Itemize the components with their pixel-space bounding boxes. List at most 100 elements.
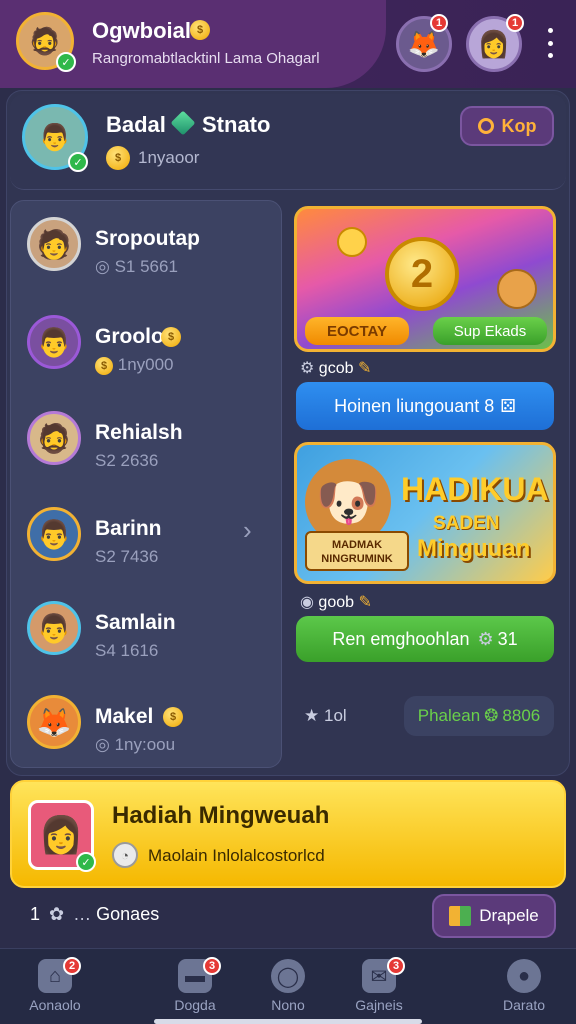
coin-icon: $: [161, 327, 181, 347]
promo-left-button[interactable]: EOCTAY: [305, 317, 409, 345]
friend-name: Groolo: [95, 325, 164, 348]
friend-stat: S4 1616: [95, 641, 159, 660]
ticket-icon: ✎: [358, 594, 372, 611]
person-icon: ●: [507, 959, 541, 993]
promo2-caption: ◉ goob ✎: [300, 594, 372, 611]
search-icon: [477, 118, 494, 134]
profile-coins: 1nyaoor: [138, 148, 200, 167]
gear-icon: ⚙: [477, 628, 494, 649]
friend-list: 🧑 Sropoutap ◎ S1 5661 👨 Groolo $ $ 1ny00…: [10, 200, 282, 768]
promo-caption: ⚙ gcob ✎: [300, 360, 372, 377]
notification-badge: 1: [430, 14, 448, 32]
list-item[interactable]: 👨 Barinn S2 7436 ›: [11, 497, 283, 589]
friend-stat: S2 2636: [95, 451, 159, 470]
coin-icon: $: [95, 356, 113, 375]
nav-item-games[interactable]: ✉ 3 Gajneis: [329, 957, 429, 1013]
nav-label: Nono: [271, 997, 305, 1013]
friend-name: Samlain: [95, 611, 176, 634]
bottom-nav: ⌂ 2 Aonaolo ▬ 3 Dogda ◯ Nono ✉ 3 Gajneis…: [0, 948, 576, 1024]
friend-stat: ◎ S1 5661: [95, 257, 178, 276]
nav-label: Dogda: [174, 997, 216, 1013]
promo-subhead-2: Minguuan: [417, 535, 531, 562]
friend-avatar: 👨: [27, 315, 81, 369]
promo2-action-button[interactable]: Ren emghoohlan ⚙ 31: [296, 616, 554, 662]
chevron-right-icon[interactable]: ›: [243, 515, 252, 546]
home-indicator: [154, 1019, 422, 1024]
promo1-action-button[interactable]: Hoinen liungouant 8 ⚄: [296, 382, 554, 430]
coin-icon: $: [190, 20, 210, 40]
coin-illustration: [337, 227, 367, 257]
timer-icon: ◔: [112, 842, 138, 868]
friend-stat: $ 1ny000: [95, 355, 174, 375]
nav-label: Gajneis: [355, 997, 403, 1013]
settings-icon: ⚙: [300, 360, 315, 377]
footer-count: 1 ✿ … Gonaes: [30, 904, 160, 924]
list-item[interactable]: 🧔 Rehialsh S2 2636: [11, 401, 283, 493]
notification-badge: 1: [506, 14, 524, 32]
list-item[interactable]: 🧑 Sropoutap ◎ S1 5661: [11, 207, 283, 299]
friend-avatar: 🧑: [27, 217, 81, 271]
more-options-icon[interactable]: [544, 28, 556, 58]
friend-name: Barinn: [95, 517, 162, 540]
reward-subtitle: Maolain Inlolalcostorlcd: [148, 846, 325, 865]
profile-name: Badal: [106, 112, 166, 137]
friend-avatar: 👨: [27, 507, 81, 561]
search-button-label: Kop: [501, 115, 537, 136]
stat-icon: ◎: [95, 257, 115, 276]
nav-label: Darato: [502, 997, 546, 1013]
reward-title: Hadiah Mingweuah: [112, 802, 330, 829]
star-icon: ★: [304, 706, 320, 725]
stat-left: ★ 1ol: [304, 706, 347, 725]
settings-icon: ◉: [300, 594, 314, 611]
nav-badge: 2: [63, 957, 81, 975]
friend-avatar: 🦊: [27, 695, 81, 749]
header-title: Ogwboial: [92, 18, 191, 43]
nav-item-center[interactable]: ◯ Nono: [238, 959, 338, 1013]
promo-banner: MADMAK NINGRUMINK: [305, 531, 409, 571]
promo-card-coins[interactable]: 2 EOCTAY Sup Ekads: [294, 206, 556, 352]
gem-icon: [170, 110, 196, 136]
friend-name: Sropoutap: [95, 227, 200, 250]
list-item[interactable]: 👨 Samlain S4 1616: [11, 591, 283, 683]
list-item[interactable]: 👨 Groolo $ $ 1ny000: [11, 305, 283, 397]
promo-right-button[interactable]: Sup Ekads: [433, 317, 547, 345]
coin-icon: $: [106, 146, 130, 170]
nav-badge: 3: [387, 957, 405, 975]
gem-icon: ❂: [484, 706, 499, 725]
promo-subhead: SADEN: [433, 513, 500, 534]
nav-badge: 3: [203, 957, 221, 975]
promo-headline: HADIKUA: [401, 471, 549, 507]
footer-label: Gonaes: [96, 904, 160, 924]
friend-stat: ◎ 1ny:oou: [95, 735, 176, 754]
circle-icon: ◯: [271, 959, 305, 993]
nav-label: Aonaolo: [29, 997, 81, 1013]
header-subtitle: Rangromabtlacktinl Lama Ohagarl: [92, 50, 320, 67]
verified-icon: ✓: [56, 52, 76, 72]
promo-card-weekly[interactable]: 🐶 HADIKUA SADEN Minguuan MADMAK NINGRUMI…: [294, 442, 556, 584]
stat-icon: ◎: [95, 735, 115, 754]
footer-action-button[interactable]: Drapele: [432, 894, 556, 938]
dice-icon: ⚄: [500, 395, 516, 416]
coin-icon: $: [163, 707, 183, 727]
list-item[interactable]: 🦊 Makel $ ◎ 1ny:oou: [11, 685, 283, 777]
friend-avatar: 🧔: [27, 411, 81, 465]
friend-name: Makel: [95, 705, 154, 728]
nav-item-home[interactable]: ⌂ 2 Aonaolo: [5, 957, 105, 1013]
verified-icon: ✓: [68, 152, 88, 172]
nav-item-inbox[interactable]: ▬ 3 Dogda: [145, 957, 245, 1013]
friend-avatar: 👨: [27, 601, 81, 655]
friend-name: Rehialsh: [95, 421, 183, 444]
players-icon: ✿: [49, 904, 65, 924]
verified-icon: ✓: [76, 852, 96, 872]
book-icon: [449, 906, 472, 926]
profile-name-2: Stnato: [202, 112, 271, 137]
ticket-icon: ✎: [357, 360, 372, 377]
coin-illustration: 2: [385, 237, 459, 311]
nav-item-profile[interactable]: ● Darato: [474, 959, 574, 1013]
profile-card: 👨 ✓ Badal Stnato $ 1nyaoor Kop: [10, 94, 566, 190]
coin-illustration: [497, 269, 537, 309]
reward-banner[interactable]: 👩 ✓ Hadiah Mingweuah ◔ Maolain Inlolalco…: [10, 780, 566, 888]
search-button[interactable]: Kop: [460, 106, 554, 146]
friend-stat: S2 7436: [95, 547, 159, 566]
stat-right-pill[interactable]: Phalean ❂ 8806: [404, 696, 554, 736]
